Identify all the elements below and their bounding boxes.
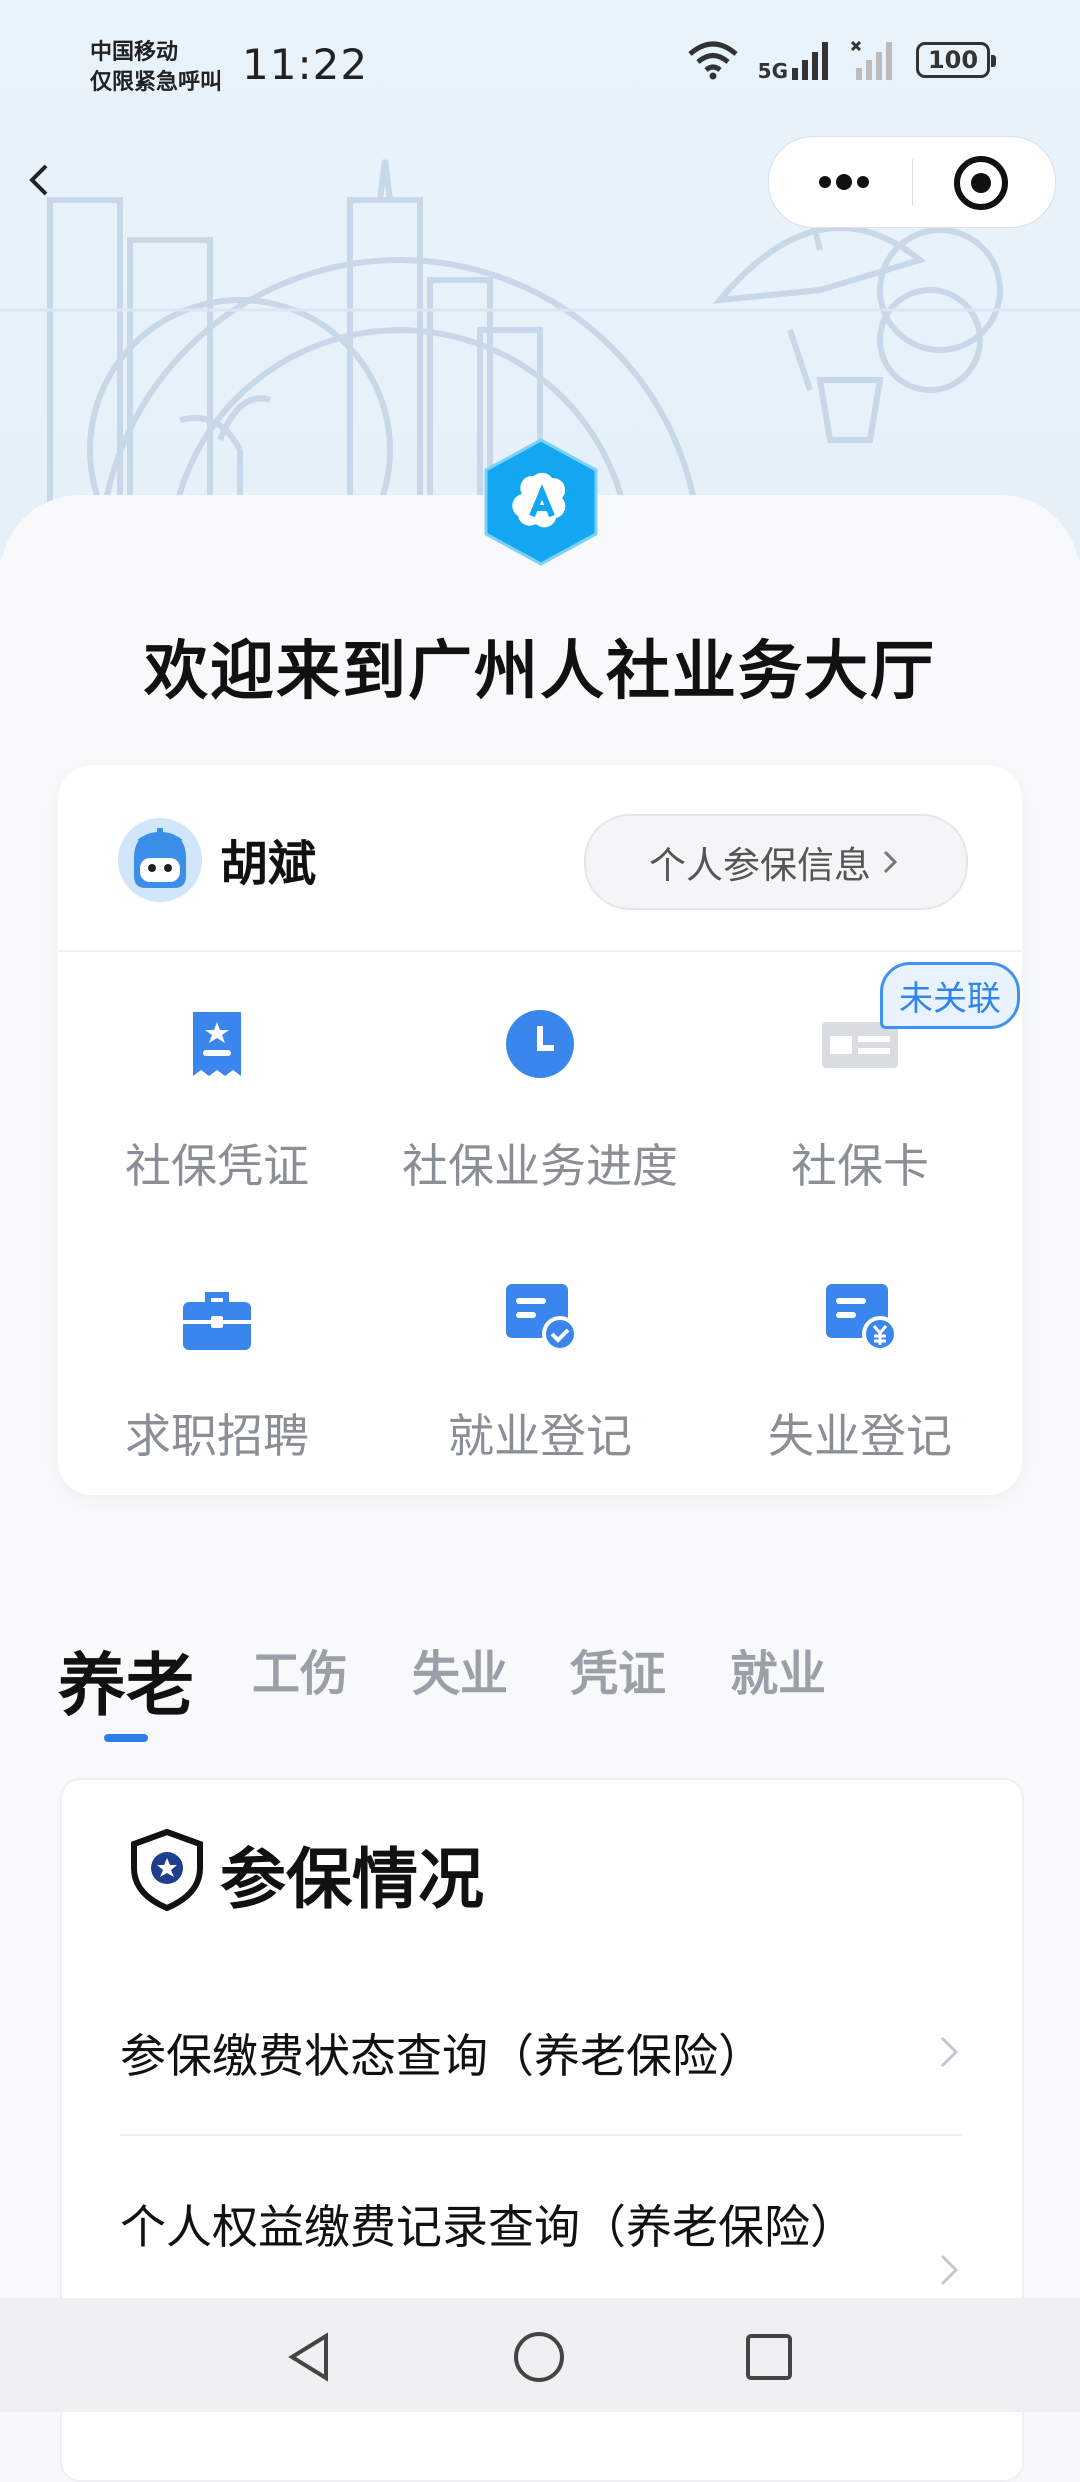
more-button[interactable] [809,159,879,205]
tile-label: 社保卡 [791,1139,929,1193]
clock: 11:22 [242,40,369,89]
list-divider [120,2134,962,2136]
tile-label: 失业登记 [768,1409,952,1463]
mascot-avatar-icon [118,818,202,902]
shield-star-icon [128,1828,206,1916]
tab-pension[interactable]: 养老 [58,1630,194,1729]
tile-label: 求职招聘 [125,1409,309,1463]
list-item[interactable]: 参保缴费状态查询（养老保险） [120,2010,962,2100]
carrier-line1: 中国移动 [90,40,179,65]
registration-yuan-icon [826,1284,898,1352]
capsule-divider [912,159,913,205]
tile-social-security-card[interactable]: 社保卡 [700,1008,1020,1196]
carrier-line2: 仅限紧急呼叫 [90,70,223,95]
chevron-right-icon [940,2254,959,2286]
section-title: 参保情况 [220,1841,484,1918]
tile-label: 社保凭证 [125,1139,309,1193]
battery-icon: 100 [916,42,996,78]
battery-level: 100 [927,46,979,74]
system-navigation-bar [0,2298,1080,2412]
active-tab-indicator [104,1734,148,1742]
chevron-left-icon [29,164,48,196]
signal-bars-no-service-icon [850,40,892,80]
nav-home-button[interactable] [512,2330,566,2384]
clock-icon [506,1010,574,1078]
list-item-label: 个人权益缴费记录查询（养老保险） [120,2200,856,2254]
user-name: 胡斌 [220,836,317,892]
tile-business-progress[interactable]: 社保业务进度 [380,1008,700,1196]
tile-social-security-certificate[interactable]: 社保凭证 [57,1008,377,1196]
tile-label: 就业登记 [448,1409,632,1463]
more-dots-icon [819,174,869,190]
cell-signal-5g: 5G [757,40,832,83]
square-recents-icon [746,2334,792,2380]
carrier-label: 中国移动 仅限紧急呼叫 [90,38,222,98]
list-item[interactable]: 个人权益缴费记录查询（养老保险） [120,2180,962,2298]
tile-employment-registration[interactable]: 就业登记 [380,1278,700,1466]
tab-certificate[interactable]: 凭证 [570,1634,666,1704]
tab-unemployment[interactable]: 失业 [412,1634,508,1704]
close-miniprogram-button[interactable] [953,155,1009,211]
chevron-right-icon [883,850,898,874]
unlinked-badge: 未关联 [880,962,1020,1029]
target-circle-icon [954,156,1008,210]
page-title: 欢迎来到广州人社业务大厅 [144,635,936,709]
status-bar: 中国移动 仅限紧急呼叫 11:22 5G 100 [0,0,1080,130]
tab-employment[interactable]: 就业 [730,1634,826,1704]
triangle-back-icon [288,2332,328,2382]
wifi-icon [688,41,738,80]
signal-bars-icon [792,42,828,80]
tile-label: 社保业务进度 [402,1139,678,1193]
card-divider [58,950,1022,952]
nav-recents-button[interactable] [742,2330,796,2384]
list-item-label: 参保缴费状态查询（养老保险） [120,2029,764,2083]
avatar [118,818,202,902]
miniprogram-capsule [768,136,1056,228]
briefcase-icon [183,1292,251,1350]
network-type: 5G [757,59,788,83]
app-logo [482,436,600,572]
chevron-right-icon [940,2036,959,2068]
registration-check-icon [506,1284,578,1352]
certificate-icon [193,1012,241,1076]
status-icons: 5G 100 [686,40,996,83]
tab-work-injury[interactable]: 工伤 [252,1634,348,1704]
hexagon-logo-icon [484,438,598,566]
nav-back-button[interactable] [282,2330,336,2384]
circle-home-icon [514,2332,564,2382]
back-button[interactable] [20,160,60,200]
tile-unemployment-registration[interactable]: 失业登记 [700,1278,1020,1466]
personal-insurance-info-button[interactable]: 个人参保信息 [584,814,968,910]
personal-insurance-info-label: 个人参保信息 [649,844,871,887]
tile-job-seeking[interactable]: 求职招聘 [57,1278,377,1466]
